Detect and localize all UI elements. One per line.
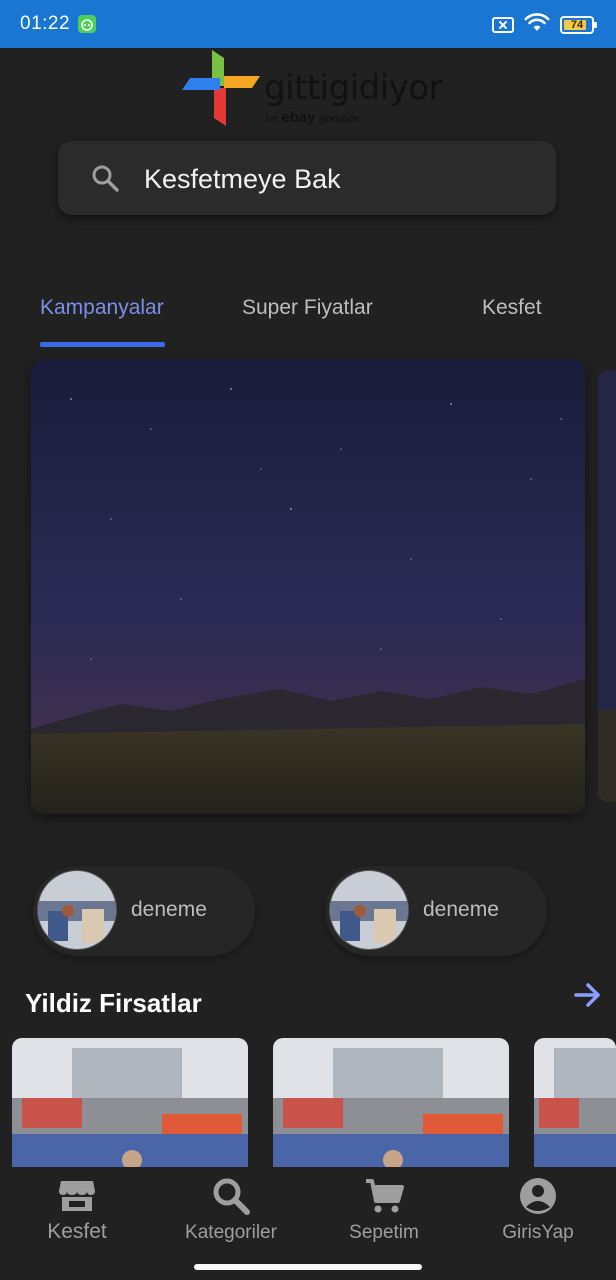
battery-level: 74 bbox=[570, 19, 584, 31]
search-icon bbox=[211, 1178, 251, 1219]
status-time: 01:22 bbox=[20, 13, 71, 34]
story-chip-label: deneme bbox=[423, 898, 499, 921]
account-icon bbox=[518, 1178, 558, 1219]
section-title: Yildiz Firsatlar bbox=[25, 988, 202, 1018]
avatar bbox=[329, 870, 409, 950]
market-thumbnail bbox=[330, 871, 408, 949]
home-indicator bbox=[194, 1264, 422, 1270]
android-debug-icon bbox=[78, 15, 96, 33]
nav-kesfet[interactable]: Kesfet bbox=[2, 1177, 152, 1244]
product-image bbox=[534, 1038, 616, 1178]
nav-label: GirisYap bbox=[502, 1222, 574, 1243]
story-chip-2[interactable]: deneme bbox=[325, 866, 547, 956]
pinwheel-logo-icon bbox=[182, 50, 260, 126]
wifi-icon bbox=[524, 12, 550, 38]
product-card[interactable] bbox=[12, 1038, 248, 1178]
nav-label: Sepetim bbox=[349, 1222, 419, 1243]
campaign-banner[interactable] bbox=[31, 359, 585, 814]
night-landscape-image bbox=[31, 359, 585, 814]
product-card[interactable] bbox=[534, 1038, 616, 1178]
nav-girisyap[interactable]: GirisYap bbox=[463, 1177, 613, 1244]
active-tab-indicator bbox=[40, 342, 165, 347]
search-icon bbox=[90, 163, 120, 198]
product-image bbox=[273, 1038, 509, 1178]
arrow-right-icon[interactable] bbox=[574, 982, 602, 1013]
nav-kategoriler[interactable]: Kategoriler bbox=[156, 1177, 306, 1244]
search-bar[interactable]: Kesfetmeye Bak bbox=[58, 141, 556, 215]
tab-kesfet[interactable]: Kesfet bbox=[482, 296, 542, 320]
campaign-banner-next[interactable] bbox=[598, 370, 616, 802]
nav-label: Kesfet bbox=[47, 1220, 107, 1243]
avatar bbox=[37, 870, 117, 950]
category-tabs: Kampanyalar Super Fiyatlar Kesfet bbox=[0, 284, 616, 354]
search-placeholder: Kesfetmeye Bak bbox=[144, 164, 341, 194]
logo-tagline: bir ebay şirketidir bbox=[266, 109, 360, 126]
story-chip-label: deneme bbox=[131, 898, 207, 921]
brand-logo: gittigidiyor bir ebay şirketidir bbox=[180, 48, 443, 128]
status-bar: 01:22 74 bbox=[0, 0, 616, 48]
logo-wordmark: gittigidiyor bbox=[264, 68, 443, 108]
tab-super-fiyatlar[interactable]: Super Fiyatlar bbox=[242, 296, 373, 320]
product-image bbox=[12, 1038, 248, 1178]
nav-sepetim[interactable]: Sepetim bbox=[309, 1177, 459, 1244]
nav-label: Kategoriler bbox=[185, 1222, 277, 1243]
cart-icon bbox=[364, 1179, 404, 1219]
market-thumbnail bbox=[38, 871, 116, 949]
story-chip-1[interactable]: deneme bbox=[33, 866, 255, 956]
sim-off-icon bbox=[492, 17, 514, 33]
tab-kampanyalar[interactable]: Kampanyalar bbox=[40, 296, 164, 320]
next-banner-image bbox=[598, 370, 616, 802]
battery-icon: 74 bbox=[560, 16, 597, 34]
product-card[interactable] bbox=[273, 1038, 509, 1178]
store-icon bbox=[57, 1181, 97, 1217]
